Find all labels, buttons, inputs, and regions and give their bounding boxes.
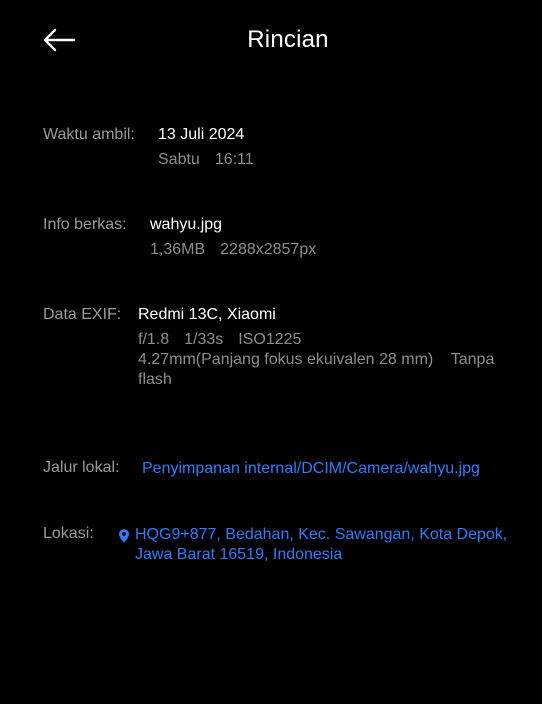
exif-label: Data EXIF: [43, 306, 122, 323]
local-path-link[interactable]: Penyimpanan internal/DCIM/Camera/wahyu.j… [142, 459, 480, 479]
file-resolution: 2288x2857px [220, 241, 317, 258]
location-link-line1[interactable]: HQG9+877, Bedahan, Kec. Sawangan, Kota D… [135, 525, 507, 545]
file-meta: 1,36MB 2288x2857px [150, 240, 316, 260]
header: Rincian [0, 0, 542, 84]
taken-day-time: Sabtu 16:11 [158, 150, 254, 170]
exif-flash: flash [138, 371, 172, 388]
file-name: wahyu.jpg [150, 216, 223, 233]
exif-focal-length: 4.27mm(Panjang fokus ekuivalen 28 mm) Ta… [138, 351, 495, 368]
location-label: Lokasi: [43, 525, 94, 542]
exif-shutter: 1/33s [184, 331, 224, 348]
exif-aperture: f/1.8 [138, 331, 170, 348]
exif-device: Redmi 13C, Xiaomi [138, 306, 276, 323]
taken-date: 13 Juli 2024 [158, 126, 245, 143]
file-size: 1,36MB [150, 241, 206, 258]
location-pin-icon [119, 529, 129, 543]
taken-time-label: Waktu ambil: [43, 126, 135, 143]
local-path-label: Jalur lokal: [43, 459, 120, 476]
taken-time: 16:11 [214, 151, 254, 168]
page-title: Rincian [247, 26, 329, 53]
exif-iso: ISO1225 [238, 331, 302, 348]
exif-settings: f/1.8 1/33s ISO1225 [138, 330, 301, 350]
file-info-label: Info berkas: [43, 216, 127, 233]
location-link-line2[interactable]: Jawa Barat 16519, Indonesia [135, 545, 342, 565]
taken-day: Sabtu [158, 151, 200, 168]
